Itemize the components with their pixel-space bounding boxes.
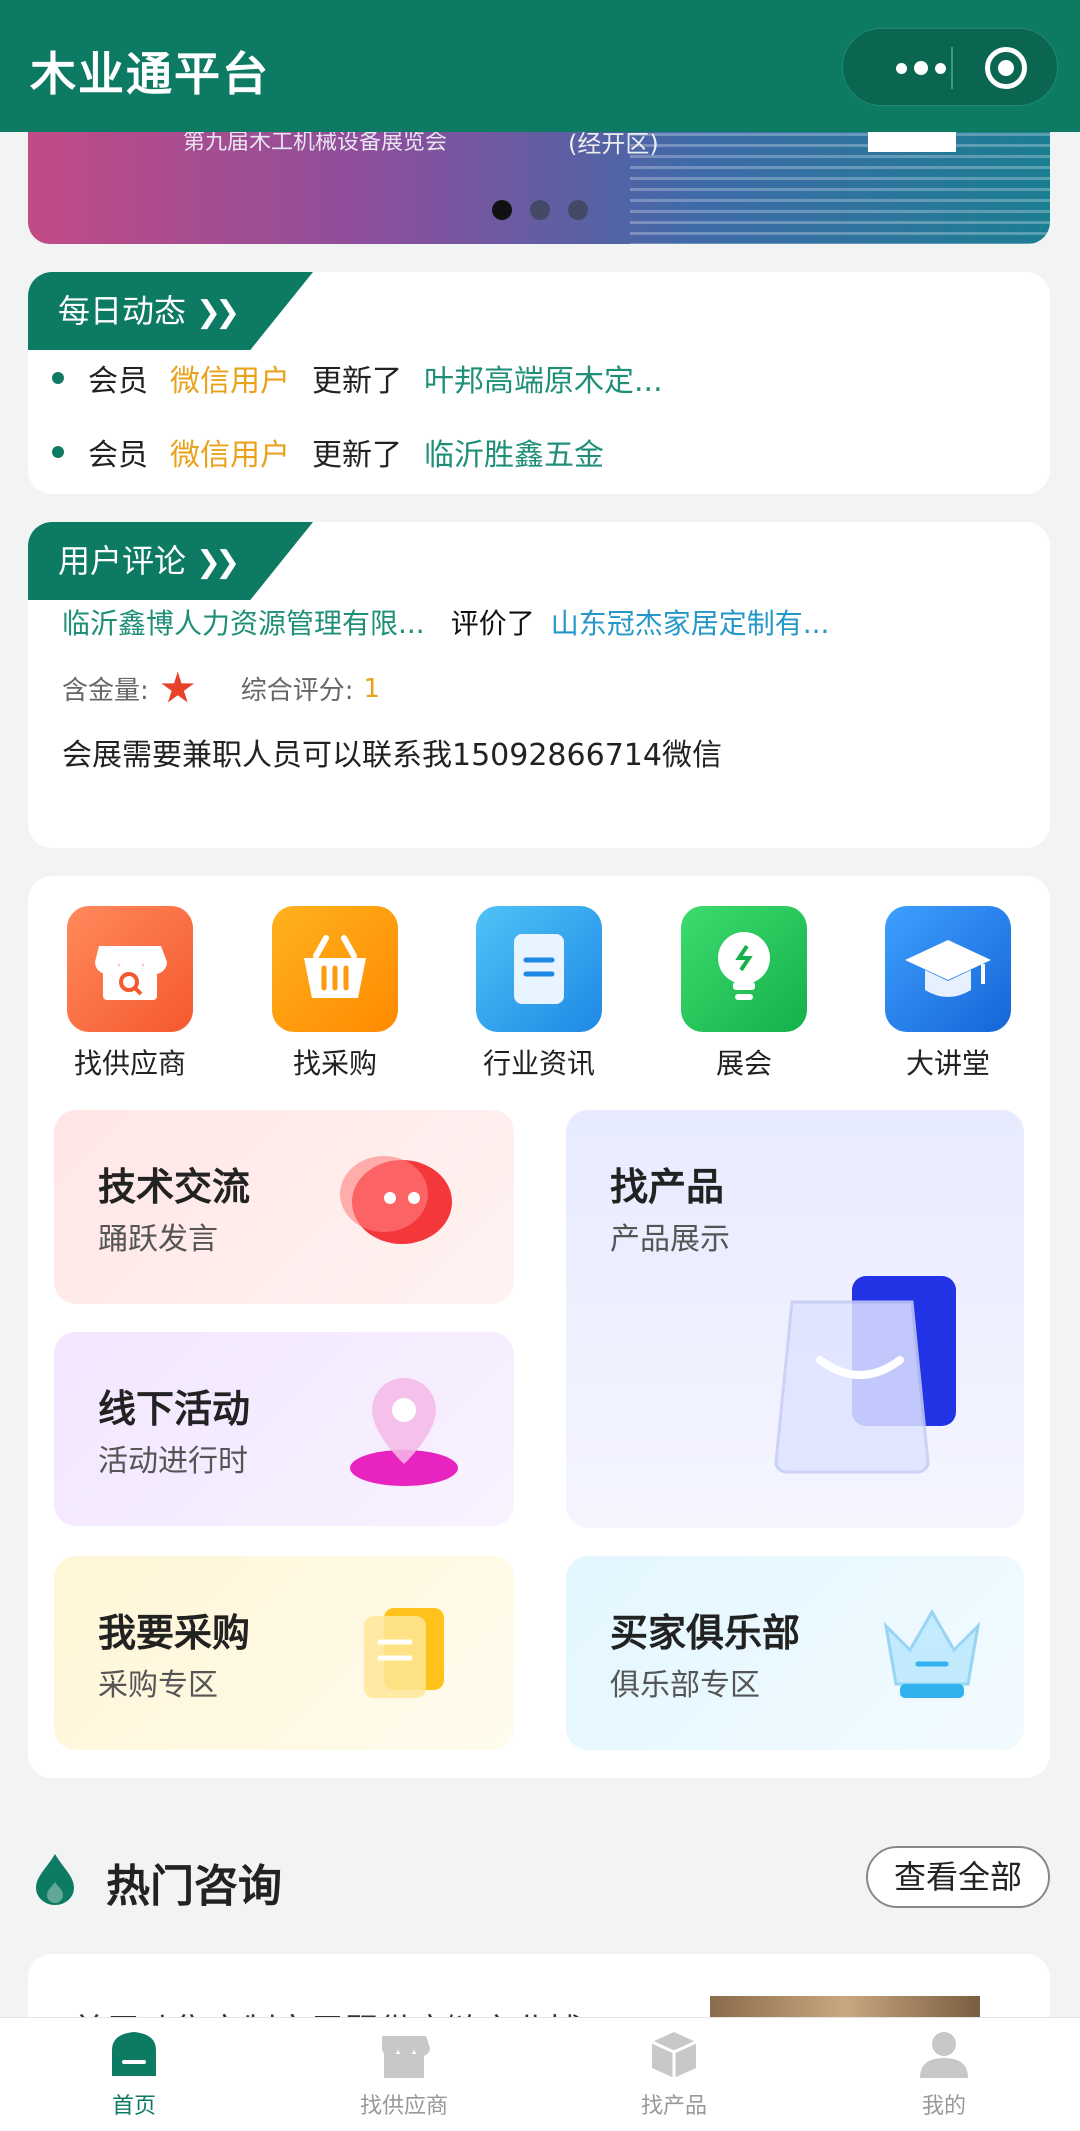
action-word: 更新了: [312, 364, 402, 399]
user-reviews-tag[interactable]: 用户评论 ❯❯: [28, 522, 313, 600]
daily-updates-label: 每日动态: [58, 292, 187, 330]
quick-label: 找采购: [292, 1047, 377, 1080]
box-icon: [648, 2030, 700, 2080]
quick-label: 行业资讯: [482, 1047, 595, 1080]
tile-title: 我要采购: [98, 1611, 251, 1655]
capsule-divider: [951, 47, 953, 89]
notepad-icon: [364, 1608, 444, 1698]
find-product-tile[interactable]: 找产品 产品展示: [566, 1110, 1024, 1528]
tab-label: 找供应商: [359, 2094, 448, 2119]
graduation-cap-icon: [885, 906, 1011, 1032]
list-item[interactable]: 会员 微信用户 更新了 叶邦高端原木定...: [52, 356, 663, 400]
tile-title: 技术交流: [98, 1165, 251, 1209]
close-miniprogram-icon[interactable]: [985, 47, 1027, 89]
buyer-club-tile[interactable]: 买家俱乐部 俱乐部专区: [566, 1556, 1024, 1750]
carousel-dot-2[interactable]: [530, 200, 550, 220]
bullet-icon: [52, 372, 64, 384]
reviewed-company-link[interactable]: 山东冠杰家居定制有...: [551, 607, 830, 640]
chevron-right-icon: ❯❯: [196, 545, 240, 580]
quick-find-supplier-button[interactable]: 找供应商: [55, 906, 205, 1082]
star-icon: [161, 671, 195, 703]
chevron-right-icon: ❯❯: [196, 295, 240, 330]
update-link[interactable]: 临沂胜鑫五金: [424, 430, 604, 474]
carousel-dot-1[interactable]: [492, 200, 512, 220]
crown-icon: [883, 1609, 981, 1698]
review-content: 会展需要兼职人员可以联系我15092866714微信: [62, 738, 722, 773]
review-header: 临沂鑫博人力资源管理有限... 评价了 山东冠杰家居定制有...: [62, 602, 829, 642]
quick-find-purchase-button[interactable]: 找采购: [260, 906, 410, 1082]
tile-title: 找产品: [610, 1165, 725, 1209]
tile-subtitle: 踊跃发言: [98, 1222, 218, 1257]
tab-home[interactable]: 首页: [54, 2030, 214, 2120]
location-pin-icon: [350, 1378, 458, 1486]
document-icon: [476, 906, 602, 1032]
tile-subtitle: 产品展示: [610, 1222, 730, 1257]
tile-title: 线下活动: [98, 1387, 251, 1431]
tab-label: 首页: [111, 2094, 156, 2119]
bottom-tab-bar: 首页 找供应商 找产品 我的: [0, 2017, 1080, 2131]
user-name: 微信用户: [170, 364, 290, 399]
member-word: 会员: [88, 364, 148, 399]
tab-mine[interactable]: 我的: [864, 2030, 1024, 2120]
review-meta: 含金量: 综合评分: 1: [62, 670, 380, 707]
bullet-icon: [52, 446, 64, 458]
reviewer-link[interactable]: 临沂鑫博人力资源管理有限...: [62, 607, 425, 640]
quick-industry-news-button[interactable]: 行业资讯: [464, 906, 614, 1082]
quick-lecture-hall-button[interactable]: 大讲堂: [873, 906, 1023, 1082]
gold-label: 含金量:: [62, 676, 149, 706]
tile-subtitle: 采购专区: [98, 1668, 218, 1703]
daily-updates-tag[interactable]: 每日动态 ❯❯: [28, 272, 313, 350]
user-reviews-label: 用户评论: [58, 542, 187, 580]
shopping-bag-icon: [774, 1276, 956, 1474]
quick-label: 找供应商: [73, 1047, 186, 1080]
miniprogram-capsule: [842, 28, 1058, 106]
more-menu-button[interactable]: [871, 29, 971, 107]
features-panel: 找供应商 找采购 行业资讯 展会 大讲堂 技术交流 踊跃发言 找产品 产品展示 …: [28, 876, 1050, 1778]
tab-label: 我的: [921, 2094, 966, 2119]
tile-subtitle: 活动进行时: [98, 1444, 248, 1479]
store-search-icon: [67, 906, 193, 1032]
user-reviews-card[interactable]: 用户评论 ❯❯ 临沂鑫博人力资源管理有限... 评价了 山东冠杰家居定制有... 含金…: [28, 522, 1050, 848]
tile-subtitle: 俱乐部专区: [610, 1668, 760, 1703]
home-icon: [108, 2030, 160, 2080]
basket-icon: [272, 906, 398, 1032]
user-icon: [918, 2030, 970, 2080]
carousel-dot-3[interactable]: [568, 200, 588, 220]
action-word: 更新了: [312, 438, 402, 473]
view-all-button[interactable]: 查看全部: [866, 1846, 1050, 1908]
user-name: 微信用户: [170, 438, 290, 473]
hot-consulting-title: 热门咨询: [106, 1861, 282, 1912]
store-icon: [378, 2030, 430, 2080]
list-item[interactable]: 会员 微信用户 更新了 临沂胜鑫五金: [52, 430, 604, 474]
app-title: 木业通平台: [30, 47, 270, 101]
tile-title: 买家俱乐部: [610, 1611, 801, 1655]
member-word: 会员: [88, 438, 148, 473]
score-label: 综合评分:: [240, 676, 354, 706]
tab-find-supplier[interactable]: 找供应商: [324, 2030, 484, 2120]
quick-label: 大讲堂: [905, 1047, 990, 1080]
offline-activity-tile[interactable]: 线下活动 活动进行时: [54, 1332, 514, 1526]
quick-label: 展会: [715, 1047, 772, 1080]
score-value: 1: [363, 673, 381, 704]
flame-icon: [36, 1854, 74, 1905]
tech-exchange-tile[interactable]: 技术交流 踊跃发言: [54, 1110, 514, 1304]
chat-bubble-icon: [340, 1156, 452, 1244]
tab-find-product[interactable]: 找产品: [594, 2030, 754, 2120]
quick-exhibition-button[interactable]: 展会: [669, 906, 819, 1082]
review-action: 评价了: [450, 607, 535, 640]
purchase-tile[interactable]: 我要采购 采购专区: [54, 1556, 514, 1750]
daily-updates-card: 每日动态 ❯❯ 会员 微信用户 更新了 叶邦高端原木定... 会员 微信用户 更新…: [28, 272, 1050, 494]
update-link[interactable]: 叶邦高端原木定...: [424, 356, 663, 400]
app-header: 木业通平台: [0, 0, 1080, 132]
tab-label: 找产品: [640, 2094, 707, 2119]
lightbulb-icon: [681, 906, 807, 1032]
